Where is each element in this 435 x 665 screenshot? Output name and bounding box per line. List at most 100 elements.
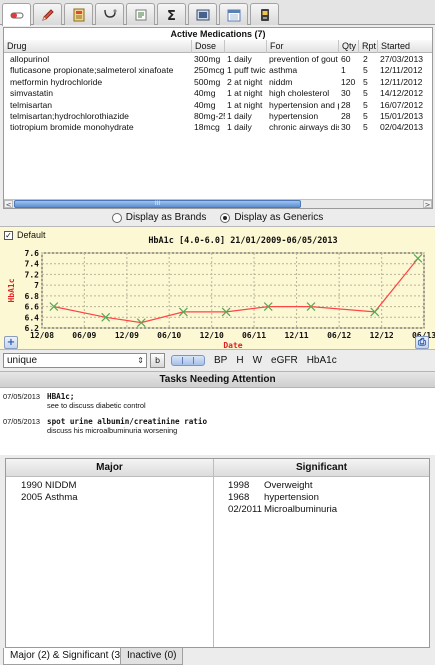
slider-grip[interactable]: [182, 357, 194, 364]
column-started[interactable]: Started: [378, 40, 432, 53]
medication-rpt-cell: 5: [363, 88, 368, 99]
top-toolbar: Σ: [0, 0, 435, 26]
column-rpt[interactable]: Rpt: [359, 40, 378, 53]
y-tick-label: 6.4: [25, 313, 40, 322]
medications-header: Drug Dose For Qty Rpt Started: [4, 40, 432, 53]
task-title: HBA1c;: [47, 392, 75, 401]
weight-button[interactable]: W: [253, 355, 262, 366]
data-point: [413, 253, 423, 263]
scroll-thumb[interactable]: III: [14, 200, 301, 208]
tab-results[interactable]: [126, 3, 155, 25]
medication-qty-cell: 1: [341, 65, 346, 76]
chart-controls: unique ⇕ b BP H W eGFR HbA1c: [0, 351, 435, 370]
x-tick-label: 06/12: [327, 331, 351, 340]
medication-started-cell: 15/01/2013: [380, 110, 424, 121]
major-header[interactable]: Major: [6, 459, 213, 477]
medication-dose-cell: 300mg: [194, 54, 221, 64]
medication-rpt-cell: 5: [363, 65, 368, 76]
medication-reason-cell: niddm: [269, 76, 293, 87]
column-dose[interactable]: Dose: [192, 40, 225, 53]
medication-frequency-cell: 1 at night: [227, 99, 263, 110]
medication-rpt-cell: 5: [363, 110, 368, 121]
scroll-right-button[interactable]: >: [423, 200, 432, 209]
y-tick-label: 7.4: [25, 260, 40, 269]
egfr-button[interactable]: eGFR: [271, 355, 298, 366]
medication-drug-cell: fluticasone propionate;salmeterol xinafo…: [10, 65, 174, 76]
problem-label: NIDDM: [45, 480, 77, 491]
significant-header[interactable]: Significant: [214, 459, 429, 477]
medication-dose-cell: 18mcg: [194, 122, 220, 133]
medication-reason-cell: hypertension: [269, 110, 319, 121]
column-frequency[interactable]: [225, 40, 267, 53]
medication-row[interactable]: fluticasone propionate;salmeterol xinafo…: [4, 65, 432, 76]
medication-drug-cell: metformin hydrochloride: [10, 76, 103, 87]
medication-dose-cell: 40mg: [194, 99, 216, 110]
problems-panel: Major Significant 1990 NIDDM 2005 Asthma…: [5, 458, 430, 648]
height-button[interactable]: H: [236, 355, 243, 366]
display-generics-radio[interactable]: Display as Generics: [220, 212, 323, 223]
x-tick-label: 12/09: [115, 331, 139, 340]
medication-row[interactable]: allopurinol 300mg 1 daily prevention of gou…: [4, 54, 432, 65]
notebook-icon: [73, 8, 84, 21]
x-tick-label: 06/10: [157, 331, 181, 340]
medication-dose-cell: 80mg-25: [194, 110, 225, 121]
medication-started-cell: 16/07/2012: [380, 99, 424, 110]
chart-title: HbA1c [4.0-6.0] 21/01/2009-06/05/2013: [148, 236, 337, 246]
bp-button[interactable]: BP: [214, 355, 227, 366]
medication-row[interactable]: tiotropium bromide monohydrate 18mcg 1 dai…: [4, 122, 432, 133]
medication-frequency-cell: 1 daily: [227, 110, 252, 121]
medication-row[interactable]: simvastatin 40mg 1 at night high cholestero…: [4, 88, 432, 99]
medication-row[interactable]: telmisartan 40mg 1 at night hypertension an…: [4, 100, 432, 111]
column-for[interactable]: For: [267, 40, 339, 53]
display-brands-radio[interactable]: Display as Brands: [111, 212, 206, 223]
active-medications-panel: Active Medications (7) Drug Dose For Qty…: [3, 27, 433, 209]
medication-rpt-cell: 5: [363, 76, 368, 87]
tab-calendar[interactable]: [219, 3, 248, 25]
tab-inactive[interactable]: Inactive (0): [120, 648, 184, 665]
column-divider: [213, 459, 214, 647]
tab-letters[interactable]: [64, 3, 93, 25]
tab-measurements[interactable]: Σ: [157, 3, 186, 25]
tab-examination[interactable]: [95, 3, 124, 25]
default-checkbox[interactable]: ✓ Default: [4, 230, 46, 240]
medication-started-cell: 27/03/2013: [380, 54, 424, 64]
medications-hscrollbar[interactable]: < III >: [4, 199, 432, 209]
filter-value: unique: [7, 355, 38, 366]
hba1c-button[interactable]: HbA1c: [307, 355, 337, 366]
tab-notes[interactable]: [33, 3, 62, 25]
hba1c-chart: 6.26.46.66.877.27.47.612/08 06/09 12/09 06/…: [7, 236, 435, 350]
medication-row[interactable]: metformin hydrochloride 500mg 2 at night ni…: [4, 77, 432, 88]
scroll-left-button[interactable]: <: [4, 200, 13, 209]
problem-year: 1968: [228, 492, 250, 503]
print-chart-button[interactable]: ⎙: [415, 336, 429, 349]
y-axis-label: HbA1c: [7, 278, 16, 302]
x-tick-label: 06/09: [72, 331, 96, 340]
medication-drug-cell: telmisartan: [10, 99, 53, 110]
image-icon: [196, 9, 209, 20]
medication-frequency-cell: 1 daily: [227, 54, 252, 64]
column-drug[interactable]: Drug: [4, 40, 192, 53]
add-chart-button[interactable]: +: [4, 336, 18, 349]
medication-started-cell: 12/11/2012: [380, 65, 423, 76]
medication-frequency-cell: 1 puff twic: [227, 65, 266, 76]
medication-frequency-cell: 1 at night: [227, 88, 263, 99]
medication-qty-cell: 28: [341, 99, 351, 110]
default-label: Default: [17, 230, 46, 240]
stethoscope-icon: [103, 8, 117, 18]
range-slider[interactable]: [171, 355, 205, 366]
filter-combo[interactable]: unique ⇕: [3, 353, 147, 368]
medication-reason-cell: high cholesterol: [269, 88, 330, 99]
tab-device[interactable]: [250, 3, 279, 25]
bold-toggle-button[interactable]: b: [150, 353, 165, 368]
tab-medications[interactable]: [2, 3, 31, 26]
radio-circle: [220, 212, 231, 223]
tab-images[interactable]: [188, 3, 217, 25]
column-qty[interactable]: Qty: [339, 40, 359, 53]
svg-text:Σ: Σ: [167, 9, 176, 23]
medication-qty-cell: 60: [341, 54, 351, 64]
problem-year: 02/2011: [228, 504, 262, 515]
x-tick-label: 12/08: [30, 331, 54, 340]
medication-dose-cell: 250mcg;: [194, 65, 225, 76]
tab-major-significant[interactable]: Major (2) & Significant (3): [3, 648, 131, 665]
medication-row[interactable]: telmisartan;hydrochlorothiazide 80mg-25 1 …: [4, 111, 432, 122]
